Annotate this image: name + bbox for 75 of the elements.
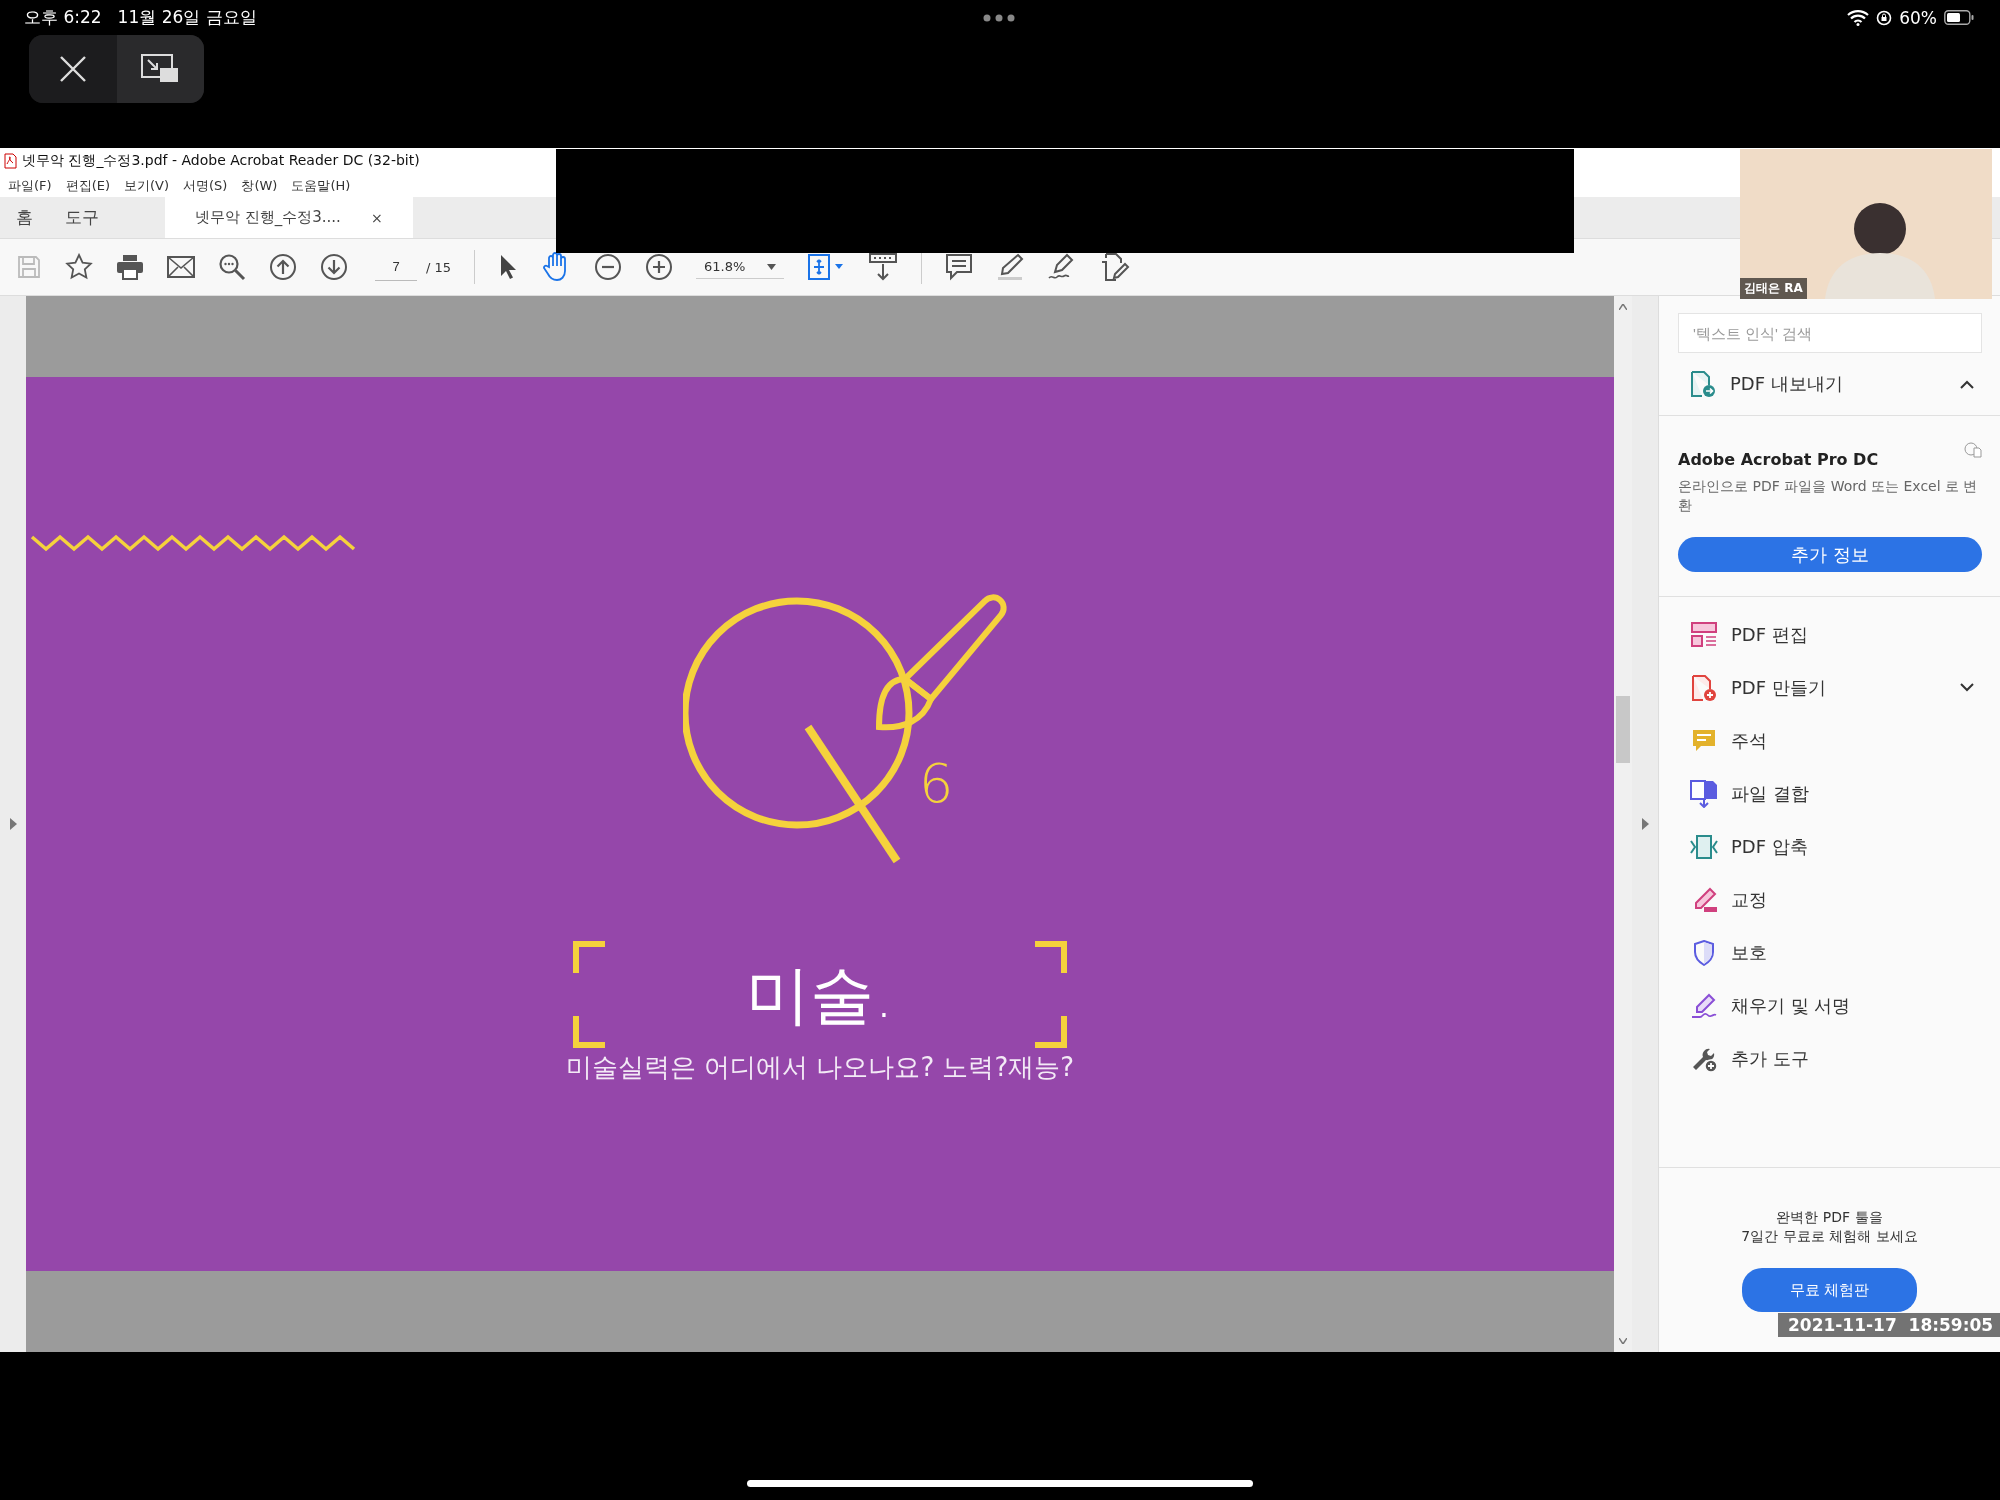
question-number: 6 <box>919 757 954 811</box>
status-time: 오후 6:22 <box>24 6 102 29</box>
document-arrow-icon <box>1690 370 1716 398</box>
export-pdf-header[interactable]: PDF 내보내기 <box>1659 353 2000 416</box>
promo-description: 온라인으로 PDF 파일을 Word 또는 Excel 로 변환 <box>1678 477 1979 515</box>
scroll-down-icon[interactable] <box>1619 1338 1627 1344</box>
more-info-button[interactable]: 추가 정보 <box>1678 537 1982 572</box>
document-plus-icon <box>1689 673 1719 702</box>
wifi-icon <box>1847 9 1870 26</box>
tool-item[interactable]: 파일 결합 <box>1659 767 2000 820</box>
fit-page-icon[interactable] <box>807 253 846 281</box>
corner-bracket-icon <box>1035 941 1067 973</box>
expand-left-icon[interactable] <box>9 818 17 830</box>
more-dots-icon[interactable] <box>983 13 1015 22</box>
highlighter-icon[interactable] <box>996 253 1025 281</box>
menu-item[interactable]: 서명(S) <box>183 176 228 195</box>
next-page-icon[interactable] <box>320 253 348 281</box>
search-field[interactable]: '텍스트 인식' 검색 <box>1678 313 1982 353</box>
pen-icon <box>1689 992 1719 1019</box>
tool-item[interactable]: 보호 <box>1659 926 2000 979</box>
trial-message: 완벽한 PDF 툴을 7일간 무료로 체험해 보세요 <box>1741 1208 1918 1246</box>
picture-in-picture-button[interactable] <box>116 35 204 103</box>
rotation-lock-icon <box>1876 9 1893 26</box>
layout-icon <box>1689 621 1719 648</box>
promo-title: Adobe Acrobat Pro DC <box>1678 450 1879 469</box>
menu-item[interactable]: 도움말(H) <box>291 176 351 195</box>
documents-icon <box>1689 779 1719 808</box>
slide-title: 미술. <box>745 962 895 1027</box>
caret-icon <box>767 263 777 270</box>
battery-icon <box>1944 10 1974 25</box>
participant-name: 김태은 RA <box>1740 278 1807 299</box>
timestamp: 2021-11-17 18:59:05 <box>1778 1313 2000 1337</box>
picture-in-picture-icon <box>140 53 181 85</box>
tool-item[interactable]: PDF 압축 <box>1659 820 2000 873</box>
window-title: 넷무악 진행_수정3.pdf - Adobe Acrobat Reader DC (32-bit) <box>22 152 420 170</box>
tool-item[interactable]: 채우기 및 서명 <box>1659 979 2000 1032</box>
menu-item[interactable]: 보기(V) <box>124 176 170 195</box>
tab[interactable]: 넷무악 진행_수정3.... × <box>165 197 413 238</box>
video-thumbnail[interactable]: 김태은 RA <box>1740 149 1992 299</box>
scrollbar[interactable] <box>1614 296 1632 1352</box>
tool-item[interactable]: 추가 도구 <box>1659 1032 2000 1085</box>
tool-item[interactable]: PDF 편집 <box>1659 608 2000 661</box>
search-icon[interactable] <box>218 253 246 281</box>
scroll-up-icon[interactable] <box>1619 304 1627 310</box>
pdf-file-icon <box>4 153 17 169</box>
status-date: 11월 26일 금요일 <box>117 6 257 29</box>
compress-icon <box>1689 833 1719 860</box>
battery-percent: 60% <box>1899 7 1937 28</box>
scrollbar-thumb[interactable] <box>1616 696 1630 763</box>
scroll-mode-icon[interactable] <box>868 252 899 282</box>
slide-subtitle: 미술실력은 어디에서 나오나요? 노력?재능? <box>565 1051 1075 1084</box>
corner-bracket-icon <box>573 941 605 973</box>
comment-icon[interactable] <box>945 253 974 281</box>
corner-bracket-icon <box>1035 1016 1067 1048</box>
tool-item[interactable]: 주석 <box>1659 714 2000 767</box>
close-icon <box>57 54 88 84</box>
collapse-panel-icon[interactable] <box>1641 818 1649 830</box>
web-document-icon <box>1964 442 1982 458</box>
print-icon[interactable] <box>116 254 144 280</box>
corner-bracket-icon <box>573 1016 605 1048</box>
tool-item[interactable]: PDF 만들기 <box>1659 661 2000 714</box>
page-total: / 15 <box>426 259 452 275</box>
menu-item[interactable]: 창(W) <box>241 176 278 195</box>
tool-item[interactable]: 교정 <box>1659 873 2000 926</box>
mail-icon[interactable] <box>167 256 195 278</box>
page-number-field[interactable]: 7 <box>375 253 417 281</box>
zoom-dropdown[interactable]: 61.8% <box>696 255 785 279</box>
zoom-out-icon[interactable] <box>594 253 623 281</box>
menu-item[interactable]: 편집(E) <box>65 176 110 195</box>
free-trial-button[interactable]: 무료 체험판 <box>1742 1268 1917 1312</box>
menu-item[interactable]: 파일(F) <box>8 176 52 195</box>
edit-document-icon[interactable] <box>1100 252 1131 282</box>
zoom-in-icon[interactable] <box>645 253 674 281</box>
previous-page-icon[interactable] <box>269 253 297 281</box>
star-icon[interactable] <box>65 253 93 281</box>
